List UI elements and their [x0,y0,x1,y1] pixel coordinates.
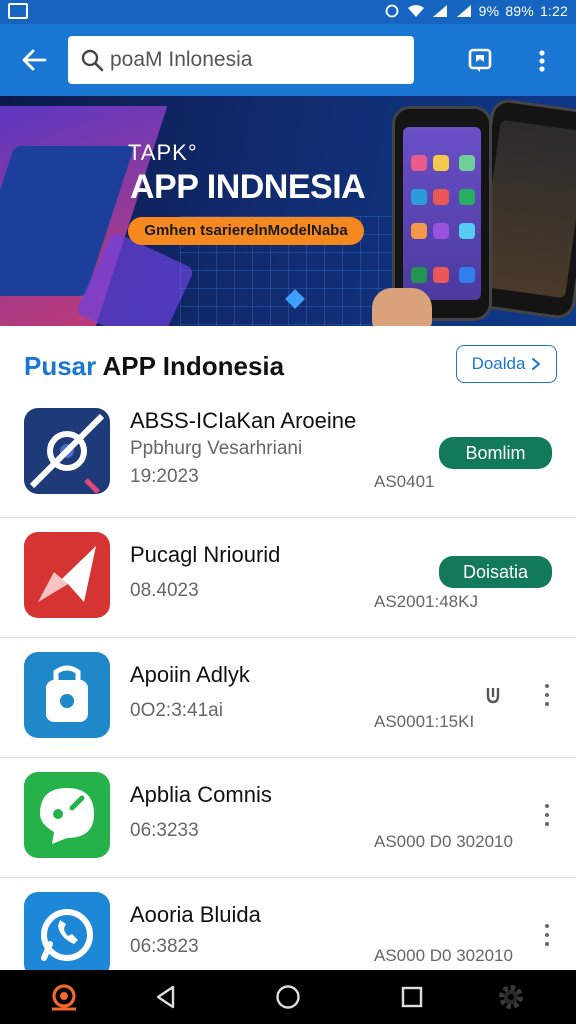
battery-percent-left: 9% [478,3,500,19]
app-name: Aooria Bluida [130,902,261,927]
app-name: Apoiin Adlyk [130,662,250,687]
banner-tagline: Gmhen tsarierelnModelNaba [128,217,364,245]
nav-back-button[interactable] [150,982,180,1012]
app-size-code: AS000 D0 302010 [374,946,513,965]
app-size-code: AS000 D0 302010 [374,832,513,851]
nav-home-button[interactable] [273,982,303,1012]
wifi-icon [407,5,424,17]
item-menu-button[interactable] [540,924,554,946]
nav-recents-button[interactable] [397,982,427,1012]
overflow-menu-button[interactable] [526,44,558,78]
alarm-icon [385,4,399,18]
app-logo-icon [52,984,76,1011]
gear-icon [499,985,523,1009]
banner-headline: APP INDNESIA [130,168,366,206]
app-list-item[interactable]: Apoiin Adlyk 0O2:3:41ai AS0001:15KI [0,638,576,758]
more-vert-icon [539,50,545,72]
app-date: 0O2:3:41ai [130,700,223,721]
item-menu-button[interactable] [540,684,554,706]
system-nav-bar [0,970,576,1024]
status-bar: 9% 89% 1:22 [0,0,576,24]
app-list-item[interactable]: Aooria Bluida 06:3823 AS000 D0 302010 [0,878,576,978]
section-title-accent: Pusar [24,351,97,381]
app-list-item[interactable]: Apblia Comnis 06:3233 AS000 D0 302010 [0,758,576,878]
back-button[interactable] [14,42,54,78]
app-developer: Ppbhurg Vesarhriani [130,438,303,459]
section-title: Pusar APP Indonesia [24,351,284,382]
signal-icon [432,5,447,17]
app-name: Pucagl Nriourid [130,542,281,567]
app-size-code: AS0001:15KI [374,712,475,731]
item-menu-button[interactable] [540,804,554,826]
download-icon[interactable] [482,684,504,706]
app-date: 06:3233 [130,820,199,841]
bookmark-button[interactable] [462,46,498,76]
app-bar [0,24,576,96]
app-action-button[interactable]: Bomlim [439,437,552,469]
banner-brand: TAPK° [128,140,198,165]
phone-call-icon [24,892,110,978]
app-date: 19:2023 [130,466,199,487]
home-app-button[interactable] [49,982,79,1012]
app-action-button[interactable]: Doisatia [439,556,552,588]
triangle-back-icon [156,985,175,1009]
app-name: ABSS-ICIaKan Aroeine [130,408,357,433]
app-size-code: AS2001:48KJ [374,592,478,611]
app-date: 06:3823 [130,936,199,957]
promo-banner[interactable]: TAPK° APP INDNESIA Gmhen tsarierelnModel… [0,96,576,326]
settings-button[interactable] [496,982,526,1012]
see-all-label: Doalda [471,354,526,373]
app-date: 08.4023 [130,580,199,601]
status-icons: 9% 89% 1:22 [383,3,568,19]
square-recents-icon [401,986,423,1008]
banner-hand-illustration [372,288,432,326]
app-name: Apblia Comnis [130,782,272,807]
bookmark-icon [468,48,492,72]
section-header: Pusar APP Indonesia Doalda [0,326,576,396]
section-title-text: APP Indonesia [102,351,285,381]
arrow-left-icon [22,49,47,71]
app-size-code: AS0401 [374,472,435,491]
circle-home-icon [276,985,300,1009]
battery-percent: 89% [505,3,534,19]
clock: 1:22 [539,3,568,19]
chevron-right-icon [532,358,541,370]
target-icon [24,408,110,494]
search-input[interactable] [110,48,400,72]
app-list-item[interactable]: Pucagl Nriourid 08.4023 AS2001:48KJ Dois… [0,518,576,638]
search-bar[interactable] [68,36,414,84]
see-all-button[interactable]: Doalda [456,345,557,383]
chat-bubble-icon [24,772,110,858]
gallery-icon [8,3,28,19]
plane-icon [24,532,110,618]
lock-icon [24,652,110,738]
search-icon [81,49,104,72]
signal-icon-2 [456,5,471,17]
app-list-item[interactable]: ABSS-ICIaKan Aroeine Ppbhurg Vesarhriani… [0,398,576,518]
